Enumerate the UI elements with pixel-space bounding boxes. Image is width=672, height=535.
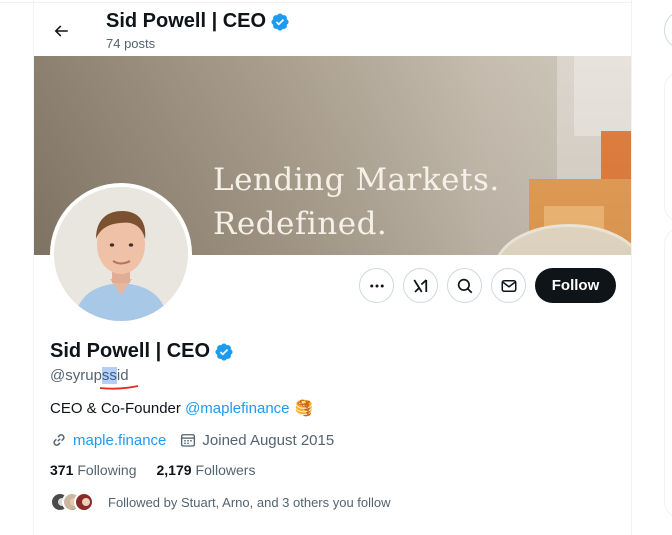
bio-emoji: 🥞: [294, 400, 314, 417]
right-rail-card-fragment: [664, 72, 672, 222]
follow-counts: 371 Following 2,179 Followers: [50, 462, 275, 478]
profile-handle[interactable]: @syrupssid: [50, 367, 129, 384]
back-arrow-icon: [54, 25, 68, 37]
handle-prefix: @syrup: [50, 367, 102, 384]
followers-label: Followers: [195, 462, 256, 478]
followers-count: 2,179: [156, 462, 192, 478]
profile-name-text: Sid Powell | CEO: [50, 340, 211, 362]
search-button[interactable]: [447, 268, 482, 303]
search-icon: [457, 278, 472, 293]
website-item[interactable]: maple.finance: [50, 431, 166, 449]
back-button[interactable]: [44, 14, 78, 48]
mutual-avatar-3: [74, 492, 94, 512]
message-icon: [501, 279, 516, 292]
more-icon: [369, 284, 384, 287]
message-button[interactable]: [491, 268, 526, 303]
bio-text: CEO & Co-Founder: [50, 399, 186, 417]
website-link[interactable]: maple.finance: [73, 432, 166, 449]
banner-headline-2: Redefined.: [213, 206, 388, 242]
right-rail-card-fragment-2: [664, 228, 672, 518]
following-link[interactable]: 371 Following: [50, 462, 137, 478]
followers-link[interactable]: 2,179 Followers: [157, 462, 256, 478]
grok-button[interactable]: [403, 268, 438, 303]
column-border-right: [631, 0, 632, 535]
spellcheck-underline: [99, 385, 139, 390]
followed-by-text: Followed by Stuart, Arno, and 3 others y…: [108, 494, 391, 510]
following-label: Following: [77, 462, 137, 478]
follow-button[interactable]: Follow: [535, 268, 616, 303]
profile-avatar[interactable]: [50, 183, 192, 325]
right-rail-search-fragment[interactable]: [664, 10, 672, 50]
joined-date: Joined August 2015: [202, 431, 335, 449]
profile-bio: CEO & Co-Founder @maplefinance 🥞: [50, 399, 314, 418]
bio-mention-link[interactable]: @maplefinance: [185, 400, 289, 417]
more-button[interactable]: [359, 268, 394, 303]
header-name: Sid Powell | CEO: [106, 10, 267, 32]
link-icon: [53, 434, 65, 446]
followed-by[interactable]: Followed by Stuart, Arno, and 3 others y…: [50, 492, 391, 512]
profile-meta: maple.finance Joined August 2015: [50, 431, 347, 449]
header-title: Sid Powell | CEO: [106, 10, 290, 33]
grok-icon: [412, 278, 427, 293]
banner-headline-1: Lending Markets.: [213, 162, 500, 198]
calendar-icon: [181, 434, 196, 447]
verified-badge-icon: [271, 12, 289, 31]
top-divider: [0, 2, 632, 3]
handle-selected: ss: [101, 367, 117, 384]
joined-item: Joined August 2015: [179, 431, 334, 449]
profile-name: Sid Powell | CEO: [50, 340, 234, 363]
avatar-portrait: [54, 187, 188, 321]
avatar-photo: [54, 187, 188, 321]
handle-suffix: id: [116, 367, 129, 384]
following-count: 371: [50, 462, 74, 478]
verified-badge-icon: [215, 342, 233, 361]
posts-count: 74 posts: [106, 36, 156, 51]
